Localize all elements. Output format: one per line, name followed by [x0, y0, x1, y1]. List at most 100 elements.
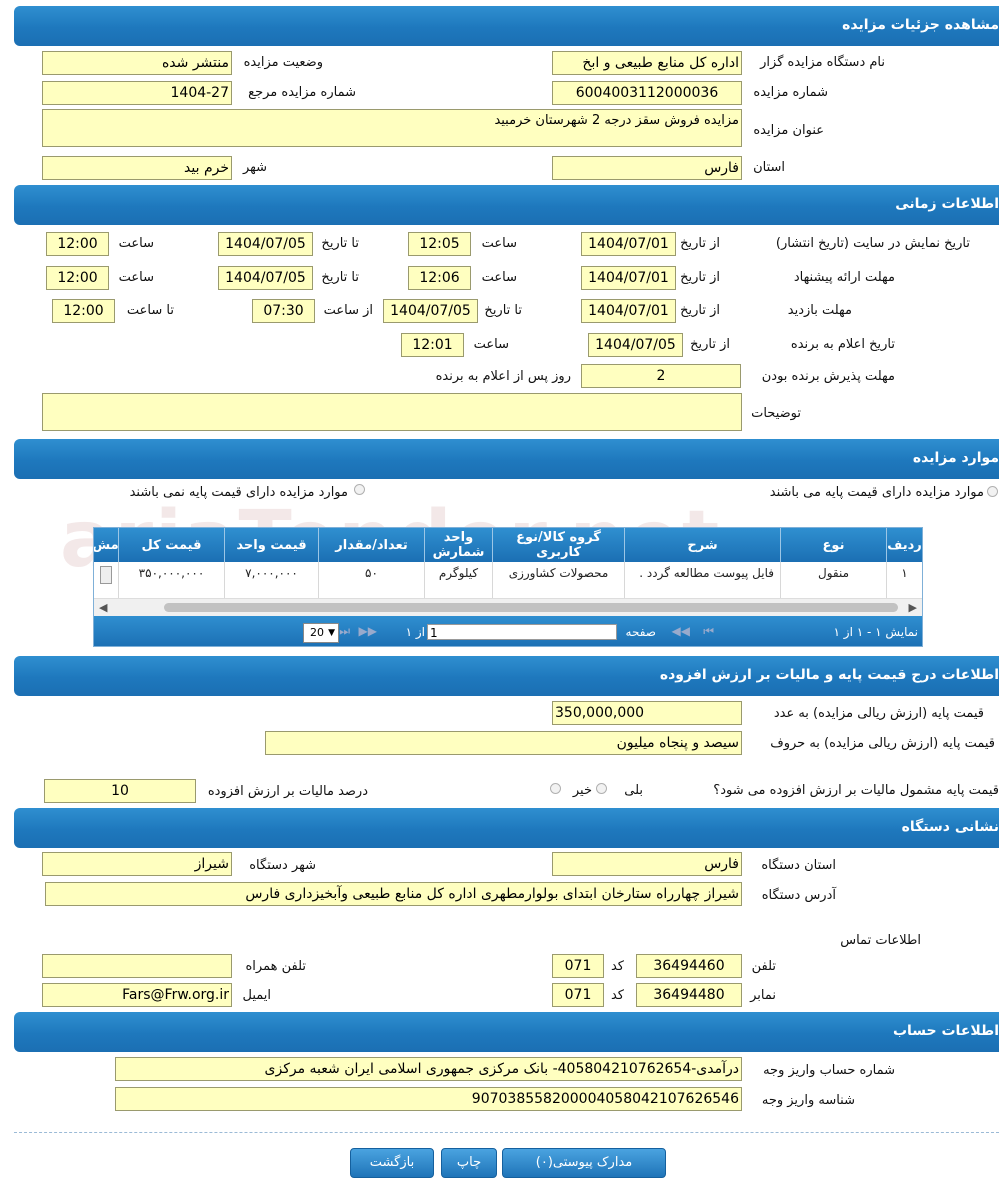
- fax-field[interactable]: 36494480: [636, 983, 742, 1007]
- vat-question: قیمت پایه مشمول مالیات بر ارزش افزوده می…: [713, 783, 999, 798]
- org-address-label: آدرس دستگاه: [761, 888, 836, 903]
- publish-from-date[interactable]: 1404/07/01: [581, 232, 676, 256]
- org-city[interactable]: شیراز: [42, 852, 232, 876]
- org-address[interactable]: شیراز چهارراه ستارخان ابتدای بولوارمطهری…: [45, 882, 742, 906]
- title-field[interactable]: مزایده فروش سقز درجه 2 شهرستان خرمبید: [42, 109, 742, 147]
- first-page-icon[interactable]: ⏮: [703, 624, 714, 639]
- section-title: موارد مزایده: [912, 450, 999, 466]
- col-desc[interactable]: شرح: [624, 528, 780, 562]
- scroll-thumb[interactable]: [164, 603, 898, 612]
- bid-to-time[interactable]: 12:00: [46, 266, 109, 290]
- col-unit-price[interactable]: قیمت واحد: [224, 528, 318, 562]
- vat-yes-radio[interactable]: [596, 783, 607, 794]
- pager: نمایش ۱ - ۱ از ۱ ⏮ ◀◀ صفحه 1 از ۱ ▶▶ ⏭ 2…: [94, 616, 922, 646]
- vat-percent[interactable]: 10: [44, 779, 196, 803]
- hour-label: ساعت: [481, 236, 517, 251]
- section-header-details: مشاهده جزئیات مزایده: [14, 6, 999, 46]
- bid-to-date[interactable]: 1404/07/05: [218, 266, 313, 290]
- mobile-field[interactable]: [42, 954, 232, 978]
- bid-from-date[interactable]: 1404/07/01: [581, 266, 676, 290]
- vat-percent-label: درصد مالیات بر ارزش افزوده: [207, 784, 368, 799]
- email-field[interactable]: Fars@Frw.org.ir: [42, 983, 232, 1007]
- acceptance-days[interactable]: 2: [581, 364, 741, 388]
- to-hour-label: تا ساعت: [126, 303, 174, 318]
- base-price-text-label: قیمت پایه (ارزش ریالی مزایده) به حروف: [770, 736, 995, 751]
- attachments-button[interactable]: مدارک پیوستی(۰): [502, 1148, 666, 1178]
- fax-code[interactable]: 071: [552, 983, 604, 1007]
- vat-no-radio[interactable]: [550, 783, 561, 794]
- phone-code[interactable]: 071: [552, 954, 604, 978]
- vat-no-label: خیر: [572, 783, 592, 798]
- page-of: از ۱: [405, 625, 425, 639]
- visit-to-date[interactable]: 1404/07/05: [383, 299, 478, 323]
- code-label: کد: [610, 959, 624, 974]
- number-field[interactable]: 6004003112000036: [552, 81, 742, 105]
- org-field[interactable]: اداره کل منابع طبیعی و ابخ: [552, 51, 742, 75]
- radio-without-base-price[interactable]: [354, 484, 365, 495]
- city-field[interactable]: خرم بید: [42, 156, 232, 180]
- horizontal-scrollbar[interactable]: ▶ ◀: [94, 598, 922, 617]
- section-title: اطلاعات حساب: [892, 1023, 999, 1039]
- prev-page-icon[interactable]: ◀◀: [672, 624, 690, 638]
- visit-from-time[interactable]: 07:30: [252, 299, 315, 323]
- publish-to-time[interactable]: 12:00: [46, 232, 109, 256]
- province-field[interactable]: فارس: [552, 156, 742, 180]
- col-more[interactable]: مش: [94, 528, 118, 562]
- code-label: کد: [610, 988, 624, 1003]
- visit-to-time[interactable]: 12:00: [52, 299, 115, 323]
- detail-button[interactable]: [99, 566, 112, 584]
- mobile-label: تلفن همراه: [245, 959, 307, 974]
- col-group[interactable]: گروه کالا/نوع کاربری: [492, 528, 624, 562]
- section-header-items: موارد مزایده: [14, 439, 999, 479]
- province-label: استان: [753, 160, 785, 175]
- phone-field[interactable]: 36494460: [636, 954, 742, 978]
- last-page-icon[interactable]: ⏭: [339, 624, 350, 639]
- back-button[interactable]: بازگشت: [350, 1148, 434, 1178]
- publish-from-time[interactable]: 12:05: [408, 232, 471, 256]
- cell-total: ۳۵۰,۰۰۰,۰۰۰: [118, 562, 224, 598]
- fax-label: نمابر: [750, 988, 776, 1003]
- section-title: مشاهده جزئیات مزایده: [842, 17, 999, 33]
- print-button[interactable]: چاپ: [441, 1148, 497, 1178]
- divider: [14, 1132, 999, 1133]
- chevron-down-icon: ▼: [328, 628, 335, 638]
- col-total[interactable]: قیمت کل: [118, 528, 224, 562]
- scroll-right-icon[interactable]: ▶: [909, 601, 917, 614]
- hour-label: ساعت: [481, 270, 517, 285]
- page-input[interactable]: 1: [427, 624, 617, 640]
- account-number[interactable]: درآمدی-405804210762654- بانک مرکزی جمهور…: [115, 1057, 742, 1081]
- description-field[interactable]: [42, 393, 742, 431]
- to-date-label: تا تاریخ: [321, 270, 359, 285]
- announce-date[interactable]: 1404/07/05: [588, 333, 683, 357]
- status-field[interactable]: منتشر شده: [42, 51, 232, 75]
- cell-qty: ۵۰: [318, 562, 424, 598]
- announce-time[interactable]: 12:01: [401, 333, 464, 357]
- section-header-price: اطلاعات درج قیمت پایه و مالیات بر ارزش ا…: [14, 656, 999, 696]
- vat-yes-label: بلی: [624, 783, 643, 798]
- publish-to-date[interactable]: 1404/07/05: [218, 232, 313, 256]
- visit-from-date[interactable]: 1404/07/01: [581, 299, 676, 323]
- city-label: شهر: [242, 160, 267, 175]
- org-province[interactable]: فارس: [552, 852, 742, 876]
- base-price-text[interactable]: سیصد و پنجاه میلیون: [265, 731, 742, 755]
- page-size-select[interactable]: 20 ▼: [303, 623, 339, 643]
- section-title: نشانی دستگاه: [901, 819, 999, 835]
- base-price-number[interactable]: 350,000,000: [552, 701, 742, 725]
- ref-label: شماره مزایده مرجع: [248, 85, 356, 100]
- ref-field[interactable]: 1404-27: [42, 81, 232, 105]
- bid-deadline-label: مهلت ارائه پیشنهاد: [793, 270, 895, 285]
- col-qty[interactable]: تعداد/مقدار: [318, 528, 424, 562]
- scroll-left-icon[interactable]: ◀: [99, 601, 107, 614]
- radio-with-base-price[interactable]: [987, 486, 998, 497]
- status-label: وضعیت مزایده: [243, 55, 323, 70]
- col-type[interactable]: نوع: [780, 528, 886, 562]
- from-date-label: از تاریخ: [680, 236, 720, 251]
- section-title: اطلاعات زمانی: [895, 196, 999, 212]
- bid-from-time[interactable]: 12:06: [408, 266, 471, 290]
- payment-id[interactable]: 907038558200004058042107626546: [115, 1087, 742, 1111]
- col-unit[interactable]: واحد شمارش: [424, 528, 492, 562]
- next-page-icon[interactable]: ▶▶: [359, 624, 377, 638]
- contact-info-label: اطلاعات تماس: [840, 933, 921, 948]
- section-header-time: اطلاعات زمانی: [14, 185, 999, 225]
- col-row[interactable]: ردیف: [886, 528, 922, 562]
